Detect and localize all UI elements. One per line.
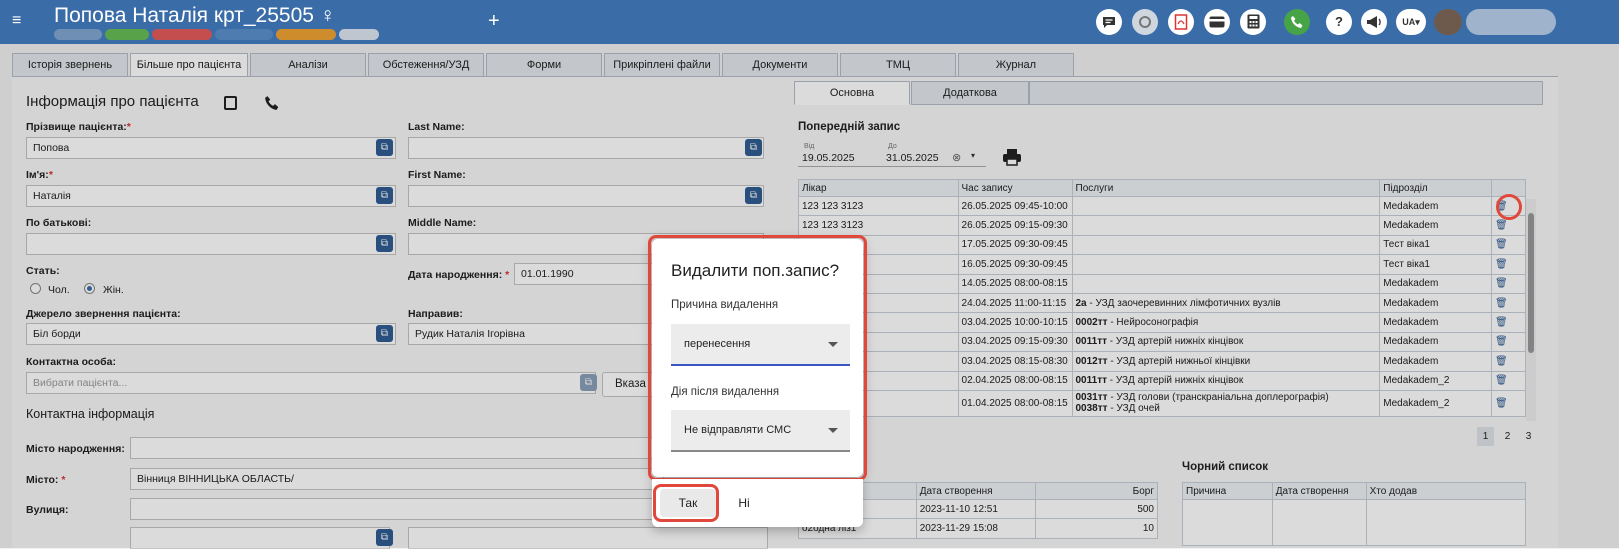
language-selector[interactable]: UA▾ (1396, 9, 1426, 35)
hamburger-menu-icon[interactable]: ≡ (12, 12, 21, 30)
card-icon[interactable] (1204, 9, 1230, 35)
avatar[interactable] (1434, 9, 1462, 35)
pdf-icon[interactable] (1168, 9, 1194, 35)
confirm-no-button[interactable]: Ні (724, 489, 764, 517)
help-icon[interactable]: ? (1326, 9, 1352, 35)
chat-icon[interactable] (1096, 9, 1122, 35)
patient-title: Попова Наталія крт_25505 ♀ (54, 4, 336, 27)
patient-tags (54, 29, 382, 40)
highlight-yes-button (653, 484, 719, 522)
calculator-icon[interactable] (1240, 9, 1266, 35)
add-tab-icon[interactable]: + (488, 10, 500, 33)
megaphone-icon[interactable] (1361, 9, 1387, 35)
highlight-delete-icon (1496, 194, 1522, 220)
phone-icon[interactable] (1284, 9, 1310, 35)
app-header: ≡ Попова Наталія крт_25505 ♀ + ? UA▾ (0, 0, 1619, 44)
cdr-icon[interactable] (1132, 9, 1158, 35)
highlight-dialog-body (648, 235, 867, 481)
user-name-blurred[interactable] (1466, 9, 1556, 35)
